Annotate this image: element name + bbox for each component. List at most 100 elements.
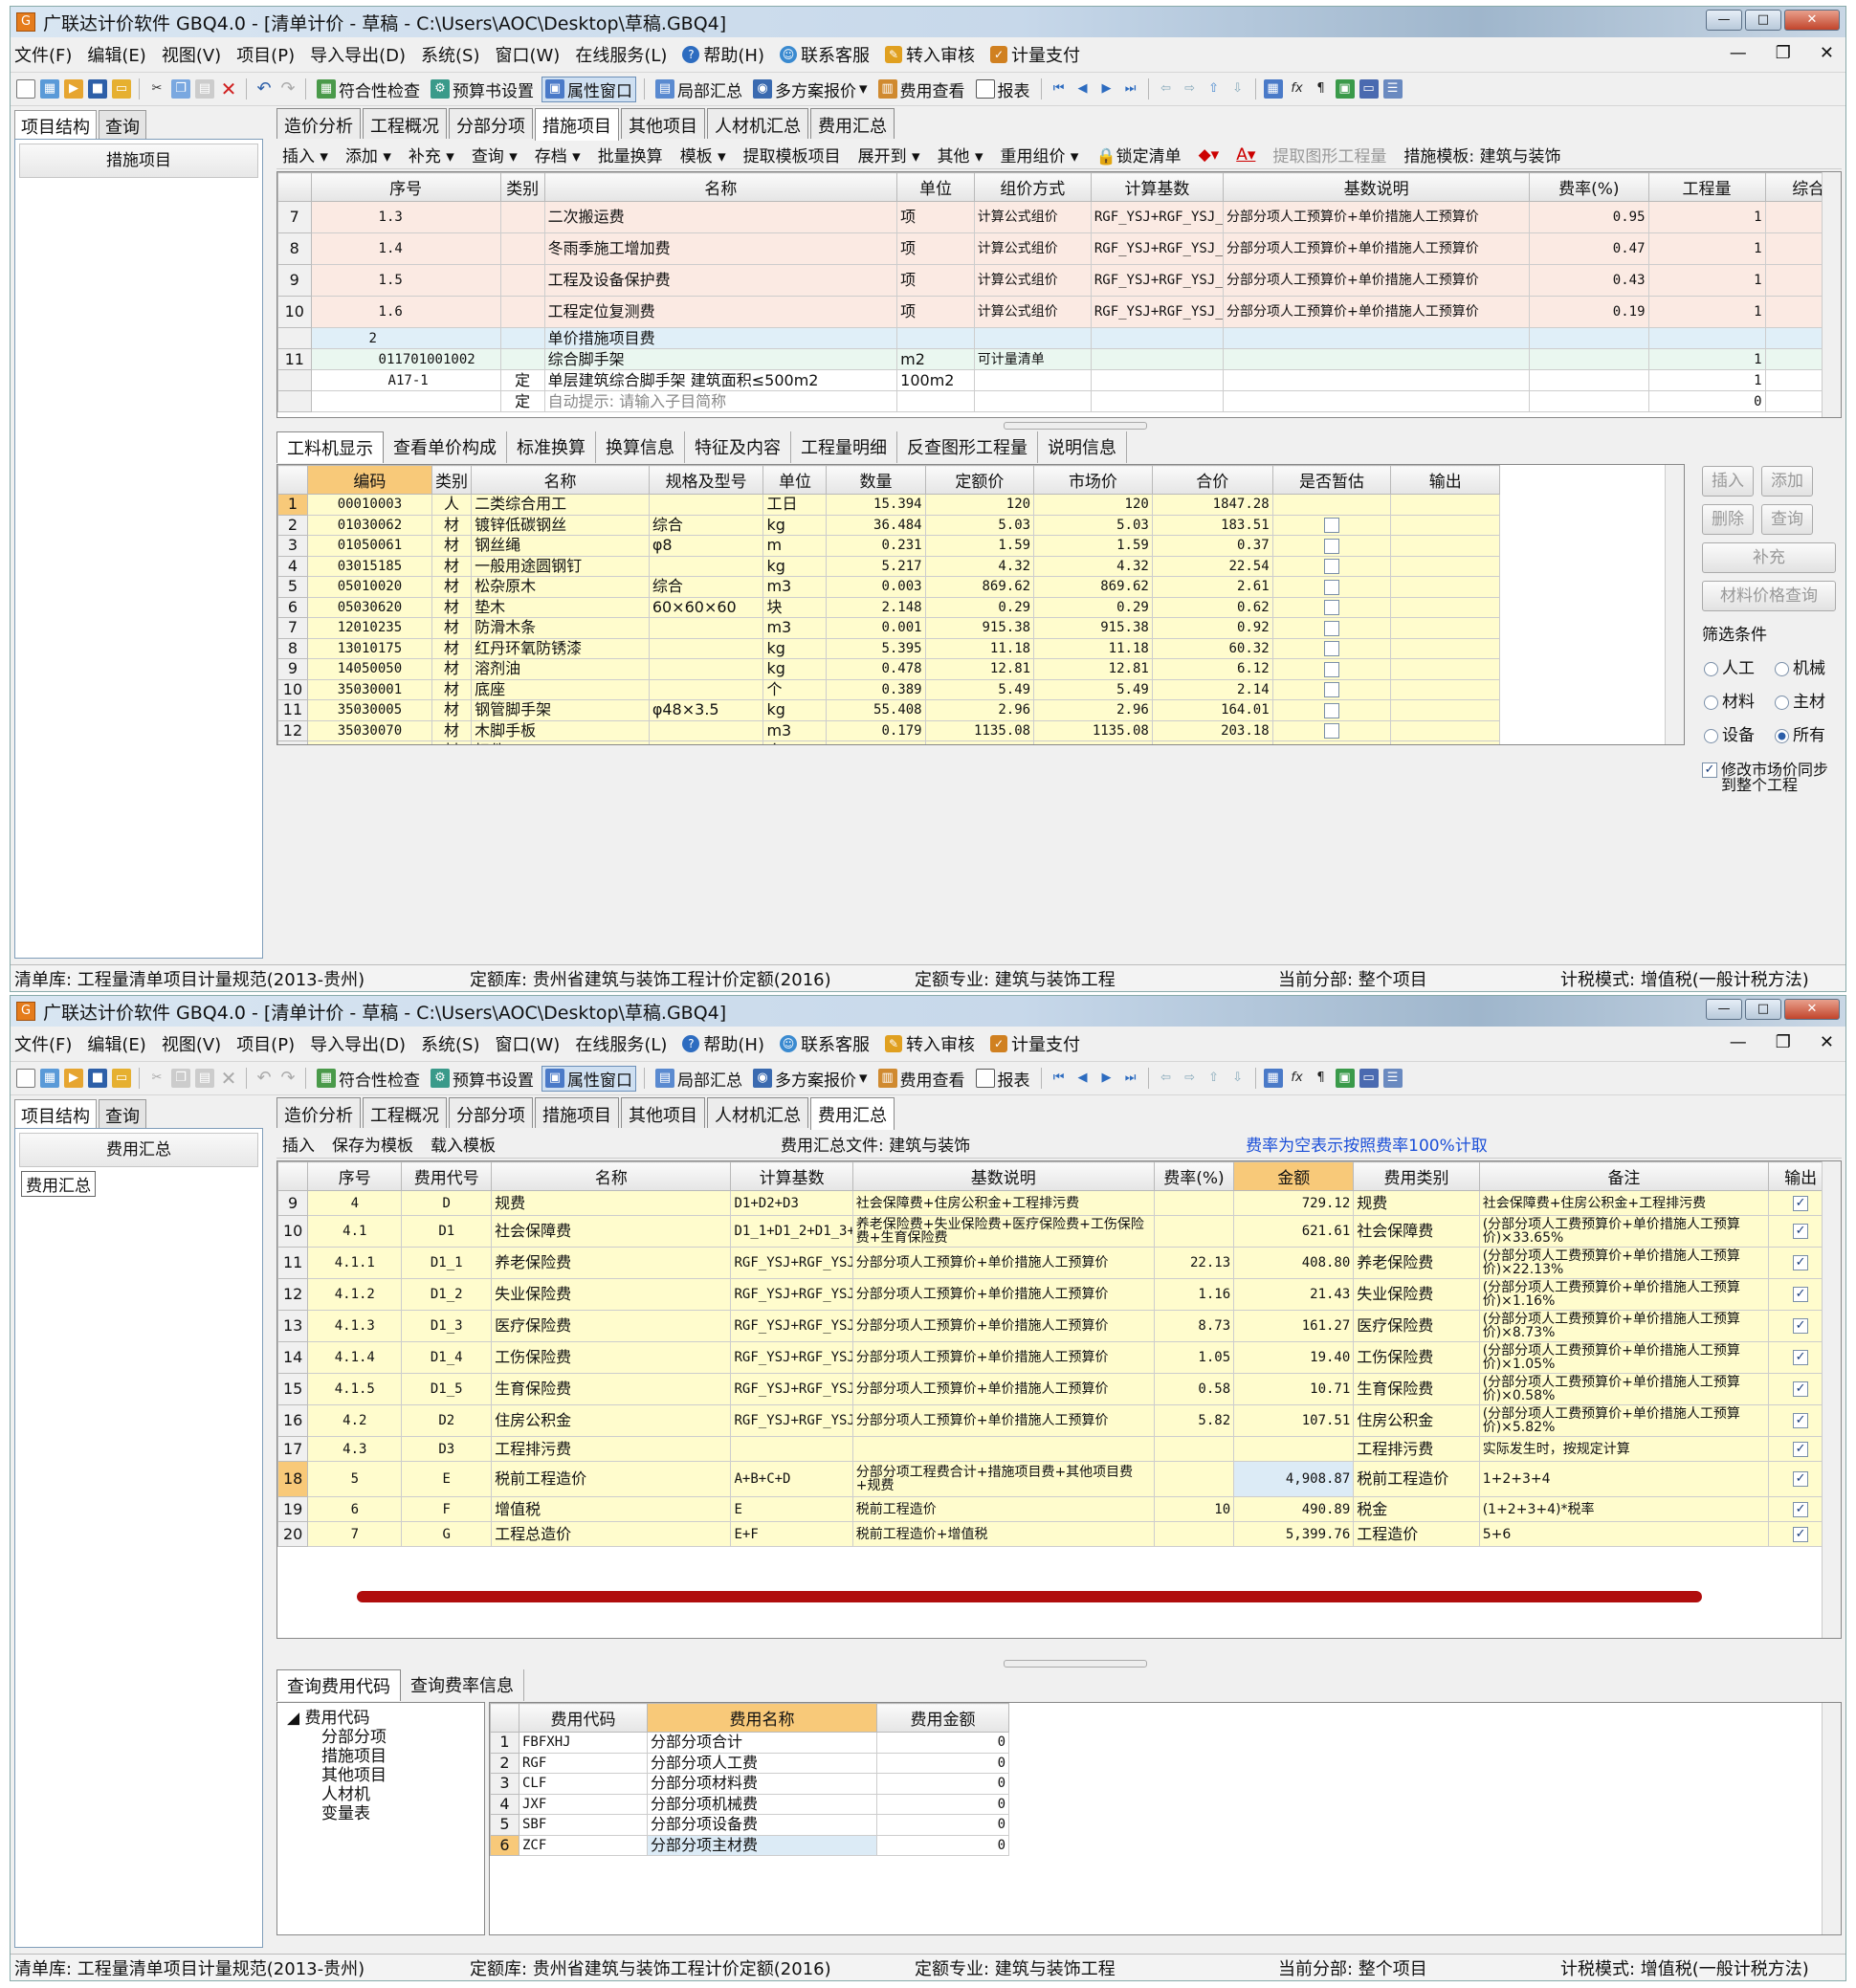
quota-price[interactable]: 11.18 [924, 637, 1035, 659]
code-id[interactable]: ZCF [519, 1834, 648, 1856]
material-unit[interactable]: kg [762, 637, 828, 659]
minimize-button[interactable]: — [1706, 10, 1742, 31]
row-number[interactable]: 9 [277, 1190, 309, 1216]
code-name[interactable]: 分部分项机械费 [647, 1793, 877, 1815]
material-code[interactable]: 12010235 [306, 617, 432, 639]
fee-seq[interactable]: 4.1.5 [307, 1373, 403, 1405]
extract-quantity-button[interactable]: 提取图形工程量 [1272, 143, 1386, 166]
sync-checkbox[interactable] [1702, 762, 1717, 778]
material-name[interactable]: 一般用途圆钢钉 [471, 555, 650, 577]
code-amount[interactable]: 0 [876, 1814, 1009, 1836]
material-unit[interactable]: kg [762, 555, 828, 577]
base-description[interactable]: 分部分项工程费合计+措施项目费+其他项目费+规费 [851, 1461, 1155, 1497]
item-unit[interactable]: 项 [896, 232, 975, 265]
fee-name[interactable]: 增值税 [491, 1496, 732, 1522]
tree-node-fee-summary[interactable]: 费用汇总 [21, 1171, 96, 1197]
calc-base[interactable] [730, 1436, 853, 1462]
arrow-up-icon[interactable]: ⇧ [1204, 1069, 1224, 1088]
fee-amount[interactable]: 21.43 [1233, 1278, 1355, 1311]
multi-scheme-button[interactable]: ◉ 多方案报价 ▾ [750, 1067, 871, 1091]
calc-base[interactable]: RGF_YSJ+RGF_YSJ_DJCS [1090, 201, 1225, 233]
material-row[interactable]: 5 05010020 材松杂原木 综合 m3 0.003 869.62 869.62 2.61 [277, 576, 1500, 598]
fee-row[interactable]: 124.1.2D1_2失业保险费RGF_YSJ+RGF_YSJ_DJCS分部分项… [277, 1278, 1833, 1311]
tab-reverse-lookup[interactable]: 反查图形工程量 [897, 431, 1038, 463]
material-unit[interactable]: 块 [762, 596, 828, 618]
menu-edit[interactable]: 编辑(E) [87, 1031, 145, 1056]
tab-measures[interactable]: 措施项目 [535, 108, 619, 141]
row-number[interactable]: 2 [490, 1752, 519, 1774]
arrow-left-icon[interactable]: ⇦ [1157, 1069, 1176, 1088]
delete-icon[interactable]: ✕ [219, 1069, 238, 1088]
item-name[interactable]: 单层建筑综合脚手架 建筑面积≤500m2 [543, 369, 898, 391]
fee-seq[interactable]: 4.1.4 [307, 1341, 403, 1374]
multi-scheme-button[interactable]: ◉ 多方案报价 ▾ [750, 77, 871, 101]
fee-row[interactable]: 104.1D1社会保障费D1_1+D1_2+D1_3+D1_4+D1_5养老保险… [277, 1215, 1833, 1248]
material-row[interactable]: 9 14050050 材溶剂油 kg 0.478 12.81 12.81 6.12 [277, 658, 1500, 680]
material-row[interactable]: 2 01030062 材镀锌低碳钢丝 综合 kg 36.484 5.03 5.03 183.51 [277, 514, 1500, 536]
provisional-checkbox[interactable] [1271, 740, 1392, 744]
template-icon[interactable]: ▦ [40, 79, 59, 99]
fee-name[interactable]: 税前工程造价 [491, 1461, 732, 1497]
code-id[interactable]: JXF [519, 1793, 648, 1815]
fee-amount[interactable]: 490.89 [1233, 1496, 1355, 1522]
row-number[interactable]: 5 [490, 1814, 519, 1836]
undo-icon[interactable]: ↶ [254, 1069, 274, 1088]
quantity[interactable]: 1 [1647, 201, 1766, 233]
provisional-checkbox[interactable] [1271, 678, 1392, 700]
quota-price[interactable]: 5.03 [924, 514, 1035, 536]
market-price[interactable]: 1135.08 [1033, 719, 1153, 741]
filter-all[interactable]: 所有 [1775, 721, 1836, 745]
delete-icon[interactable]: ✕ [219, 79, 238, 99]
code-amount[interactable]: 0 [876, 1773, 1009, 1795]
redo-icon[interactable]: ↷ [278, 1069, 298, 1088]
code-row[interactable]: 2 RGF 分部分项人工费 0 [490, 1752, 1009, 1774]
fee-code[interactable]: E [401, 1461, 493, 1497]
fee-remark[interactable]: 1+2+3+4 [1478, 1461, 1770, 1497]
fee-name[interactable]: 规费 [491, 1190, 732, 1216]
paint-bucket-icon[interactable]: ◆▾ [1199, 145, 1220, 165]
save-icon[interactable]: ■ [88, 1069, 107, 1088]
material-row[interactable]: 1335030111材扣件个22.2925.035.03112.13 [277, 740, 1500, 744]
item-name[interactable]: 冬雨季施工增加费 [543, 232, 898, 265]
item-category[interactable] [499, 327, 545, 349]
fee-name[interactable]: 住房公积金 [491, 1404, 732, 1437]
fee-seq[interactable]: 4 [307, 1190, 403, 1216]
measure-row[interactable]: 71.3 二次搬运费项计算公式组价RGF_YSJ+RGF_YSJ_DJCS分部分项… [277, 201, 1841, 233]
fee-category[interactable]: 医疗保险费 [1353, 1310, 1480, 1342]
fee-rate[interactable]: 10 [1153, 1496, 1235, 1522]
material-name[interactable]: 松杂原木 [471, 576, 650, 598]
material-qty[interactable]: 0.231 [826, 535, 926, 557]
maximize-button[interactable]: □ [1745, 10, 1781, 31]
row-number[interactable]: 14 [277, 1341, 309, 1374]
output-cell[interactable] [1390, 535, 1500, 557]
provisional-checkbox[interactable] [1271, 494, 1392, 516]
report-button[interactable]: 报表 [973, 1067, 1033, 1091]
tab-divisional[interactable]: 分部分项 [449, 1097, 533, 1128]
calc-base[interactable]: RGF_YSJ+RGF_YSJ_DJCS [730, 1373, 853, 1405]
fee-rate[interactable]: 5.82 [1153, 1404, 1235, 1437]
row-number[interactable]: 13 [277, 740, 308, 744]
fee-rate[interactable] [1529, 390, 1649, 412]
output-cell[interactable] [1390, 576, 1500, 598]
market-price[interactable]: 5.03 [1033, 740, 1153, 744]
item-code[interactable]: 1.5 [310, 264, 501, 297]
maximize-button[interactable]: □ [1745, 999, 1781, 1020]
row-number[interactable]: 2 [277, 514, 308, 536]
item-name[interactable]: 自动提示: 请输入子目简称 [543, 390, 898, 412]
provisional-checkbox[interactable] [1271, 617, 1392, 639]
quota-price[interactable]: 915.38 [924, 617, 1035, 639]
tab-divisional[interactable]: 分部分项 [449, 108, 533, 139]
menu-file[interactable]: 文件(F) [14, 42, 72, 67]
calc-base[interactable]: D1_1+D1_2+D1_3+D1_4+D1_5 [730, 1215, 853, 1248]
code-name[interactable]: 分部分项材料费 [647, 1773, 877, 1795]
provisional-checkbox[interactable] [1271, 555, 1392, 577]
market-price[interactable]: 2.96 [1033, 699, 1153, 721]
calc-base[interactable]: RGF_YSJ+RGF_YSJ_DJCS [1090, 264, 1225, 297]
row-number[interactable]: 12 [277, 719, 308, 741]
total-price[interactable]: 112.13 [1151, 740, 1273, 744]
filter-machine[interactable]: 机械 [1775, 654, 1836, 678]
fee-rate[interactable]: 0.47 [1529, 232, 1649, 265]
fee-row[interactable]: 20 7 G 工程总造价 E+F 税前工程造价+增值税 5,399.76 工程造价 5+6 [277, 1521, 1833, 1547]
folder-icon[interactable]: ▭ [112, 79, 131, 99]
material-code[interactable]: 00010003 [306, 494, 432, 516]
